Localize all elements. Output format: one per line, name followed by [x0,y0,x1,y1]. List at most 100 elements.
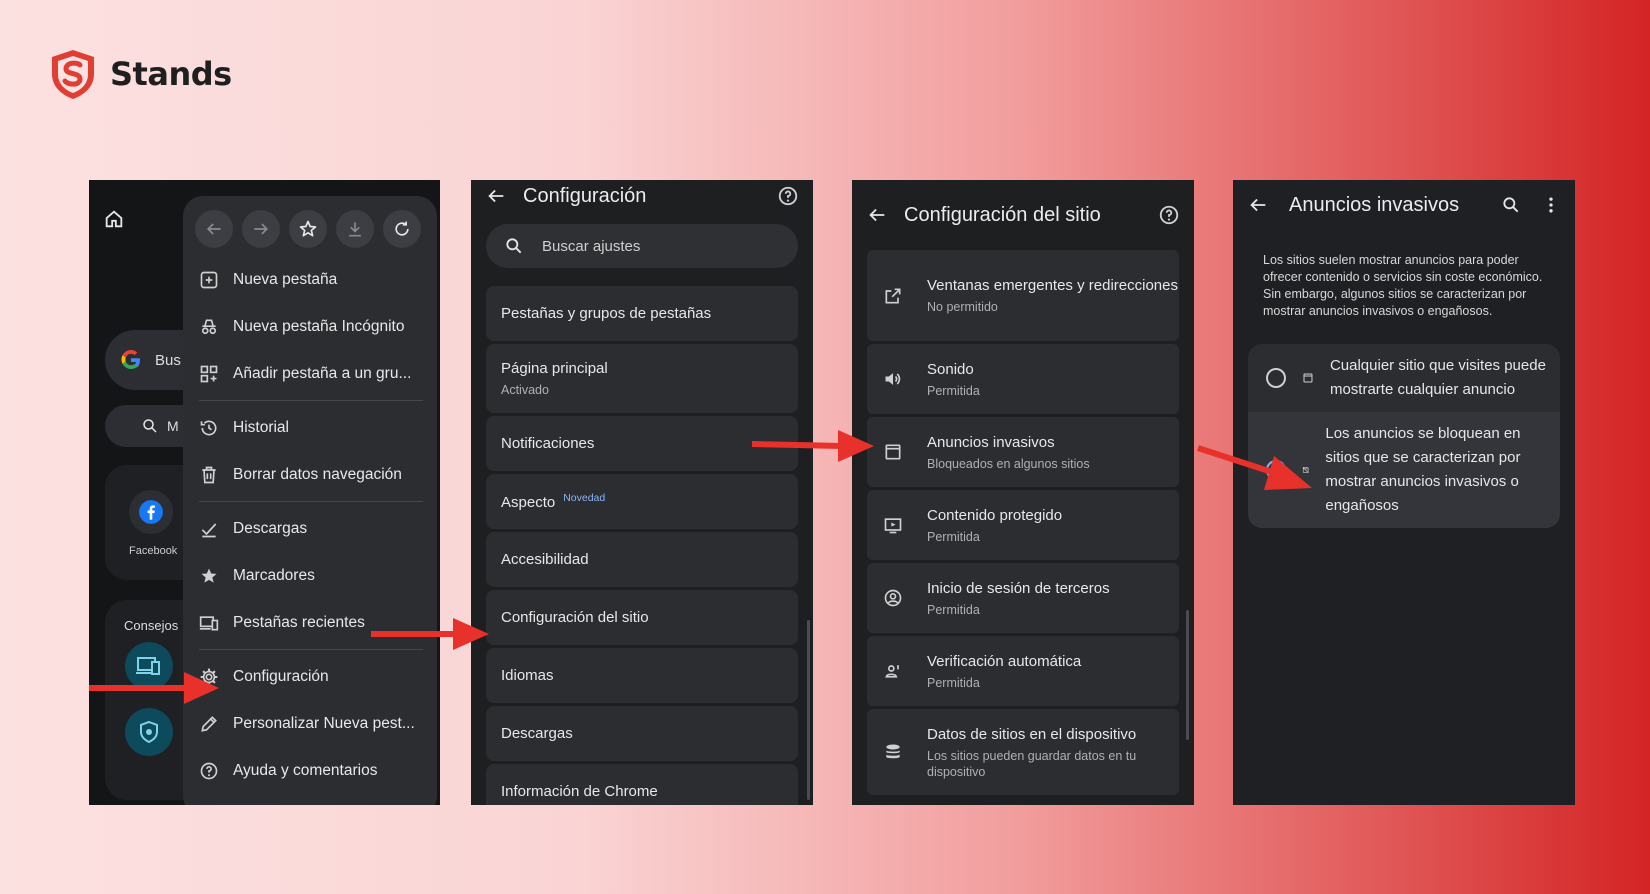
chrome-menu-screen: Bus M Facebook Consejos Nueva pestaña Nu… [89,180,440,805]
back-arrow-icon[interactable] [485,185,507,207]
settings-item-accessibility[interactable]: Accesibilidad [486,532,798,587]
brand-name: Stands [110,55,232,93]
person-verify-icon [885,665,899,678]
site-item-intrusive-ads[interactable]: Anuncios invasivos Bloqueados en algunos … [867,417,1179,487]
menu-item-bookmarks[interactable]: Marcadores [183,552,437,599]
menu-item-incognito[interactable]: Nueva pestaña Incógnito [183,303,437,350]
open-external-icon [885,288,901,303]
shield-icon [140,720,158,744]
back-arrow-icon[interactable] [1247,194,1269,216]
search-icon[interactable] [1501,195,1521,215]
site-item-auto-verify[interactable]: Verificación automática Permitida [867,636,1179,706]
help-icon[interactable] [777,185,799,207]
item-title: Anuncios invasivos [927,433,1055,451]
item-title: Accesibilidad [501,551,589,568]
settings-screen: Configuración Buscar ajustes Pestañas y … [471,180,813,805]
help-icon[interactable] [1158,204,1180,226]
item-title: Inicio de sesión de terceros [927,579,1110,597]
menu-divider [199,400,423,401]
menu-divider [199,501,423,502]
item-subtitle: Bloqueados en algunos sitios [927,456,1090,471]
item-subtitle: Permitida [927,675,980,690]
download-check-icon [201,522,217,537]
incognito-icon [201,319,217,334]
menu-item-label: Marcadores [233,566,315,584]
menu-item-label: Añadir pestaña a un gru... [233,364,412,382]
settings-item-downloads[interactable]: Descargas [486,706,798,761]
option-allow-all[interactable]: Cualquier sitio que visites puede mostra… [1248,344,1560,412]
arrow-right-icon [254,223,269,235]
settings-item-appearance[interactable]: Aspecto Novedad [486,474,798,529]
tip-security-badge[interactable] [125,708,173,756]
menu-item-label: Nueva pestaña Incógnito [233,317,405,335]
arrow-to-site-settings [371,618,489,650]
item-title: Información de Chrome [501,783,658,800]
overflow-menu: Nueva pestaña Nueva pestaña Incógnito Añ… [183,196,437,805]
menu-item-clear-data[interactable]: Borrar datos navegación [183,451,437,498]
site-item-protected-content[interactable]: Contenido protegido Permitida [867,490,1179,560]
item-title: Aspecto [501,494,556,511]
intrusive-ads-header: Anuncios invasivos [1233,180,1575,230]
brand-logo: Stands [48,48,232,100]
description-text: Los sitios suelen mostrar anuncios para … [1263,253,1543,318]
menu-item-label: Descargas [233,519,308,537]
facebook-icon [139,500,163,524]
site-settings-list: Ventanas emergentes y redirecciones No pe… [867,250,1179,795]
item-title: Descargas [501,725,573,742]
google-g-icon [121,350,140,369]
home-icon[interactable] [103,208,125,230]
search-placeholder: Buscar ajustes [542,237,641,255]
facebook-shortcut[interactable] [129,490,173,534]
more-vert-icon[interactable] [1541,195,1561,215]
item-title: Contenido protegido [927,506,1063,524]
scrollbar[interactable] [807,620,810,800]
menu-item-history[interactable]: Historial [183,404,437,451]
item-title: Datos de sitios en el dispositivo [927,725,1137,743]
item-subtitle: Permitida [927,529,980,544]
download-icon [349,222,361,237]
star-icon [201,568,217,583]
settings-item-site-settings[interactable]: Configuración del sitio [486,590,798,645]
history-icon [200,420,217,435]
menu-item-downloads[interactable]: Descargas [183,505,437,552]
item-title: Configuración del sitio [501,609,649,626]
settings-item-tabs[interactable]: Pestañas y grupos de pestañas [486,286,798,341]
item-subtitle: Los sitios pueden guardar datos en tu di… [927,748,1137,779]
site-item-sound[interactable]: Sonido Permitida [867,344,1179,414]
page-title: Configuración [523,184,647,207]
ad-box-icon [1303,373,1313,383]
settings-item-about[interactable]: Información de Chrome [486,764,798,805]
site-item-popups[interactable]: Ventanas emergentes y redirecciones No pe… [867,250,1179,341]
settings-search-input[interactable]: Buscar ajustes [486,224,798,268]
settings-header: Configuración [471,180,813,212]
lens-search-icon [143,419,157,433]
devices-icon [199,615,219,630]
radio-button[interactable] [1266,368,1286,388]
arrow-left-icon [206,223,221,235]
bookmark-button[interactable] [289,210,327,248]
facebook-shortcut-label: Facebook [129,545,178,557]
settings-item-languages[interactable]: Idiomas [486,648,798,703]
site-item-device-data[interactable]: Datos de sitios en el dispositivo Los sit… [867,709,1179,795]
forward-button[interactable] [242,210,280,248]
download-button[interactable] [336,210,374,248]
page-title: Configuración del sitio [904,203,1101,226]
protected-media-icon [884,518,902,534]
menu-item-add-to-group[interactable]: Añadir pestaña a un gru... [183,350,437,397]
arrow-to-settings [89,672,219,704]
trash-icon [202,466,216,483]
menu-item-label: Borrar datos navegación [233,465,402,483]
menu-item-new-tab[interactable]: Nueva pestaña [183,256,437,303]
star-outline-icon [299,220,317,237]
back-arrow-icon[interactable] [866,204,888,226]
site-settings-header: Configuración del sitio [852,180,1194,250]
back-button[interactable] [195,210,233,248]
speaker-icon [885,373,901,385]
menu-item-label: Configuración [233,667,329,685]
site-item-third-party-signin[interactable]: Inicio de sesión de terceros Permitida [867,563,1179,633]
reload-button[interactable] [383,210,421,248]
menu-item-help[interactable]: Ayuda y comentarios [183,747,437,794]
settings-item-homepage[interactable]: Página principal Activado [486,344,798,413]
settings-list: Pestañas y grupos de pestañas Página pri… [486,286,798,805]
scrollbar[interactable] [1186,610,1189,740]
